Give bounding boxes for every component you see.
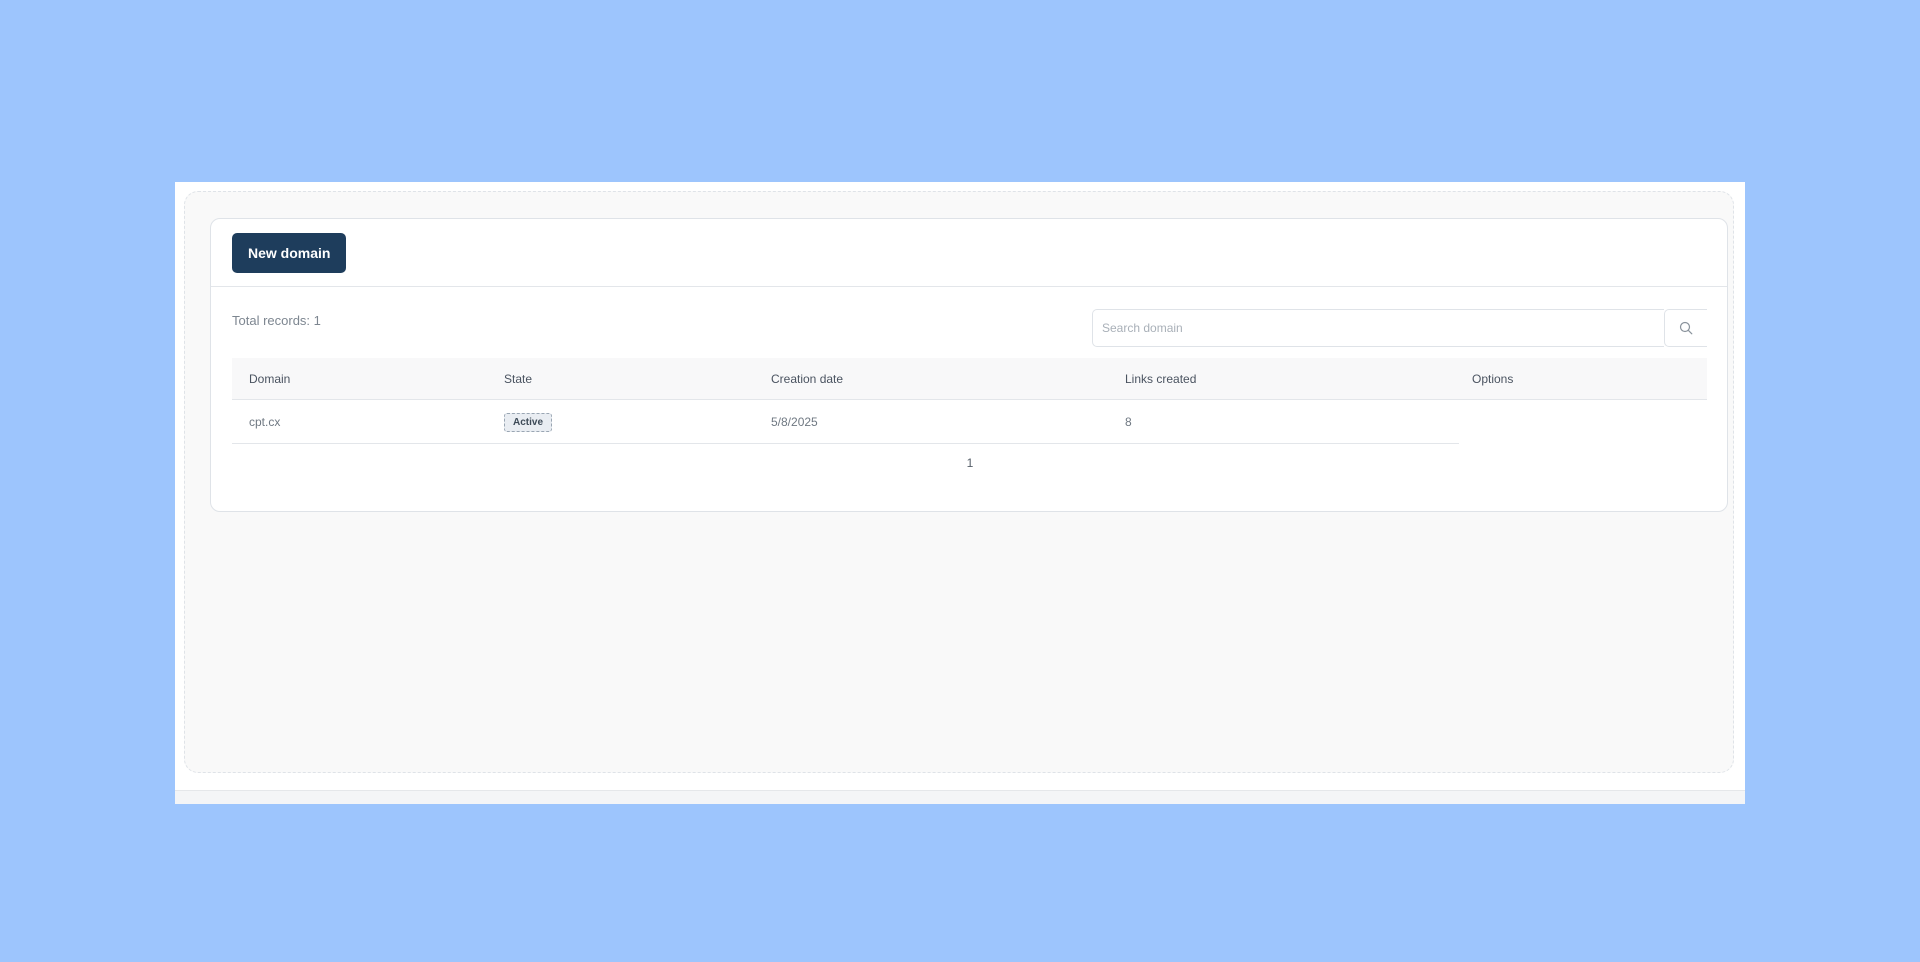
table-header: Domain State Creation date Links created… [232, 358, 1707, 400]
new-domain-button[interactable]: New domain [232, 233, 347, 273]
search-icon [1679, 321, 1693, 335]
cell-state: Active [504, 412, 553, 432]
app-window: New domain Total records: 1 Domain State… [175, 182, 1745, 804]
search-bar [1092, 309, 1707, 347]
header-creation-date[interactable]: Creation date [771, 372, 843, 386]
row-divider [232, 443, 1459, 444]
content-frame: New domain Total records: 1 Domain State… [184, 191, 1734, 773]
card-header: New domain [211, 219, 1727, 287]
domains-table: Domain State Creation date Links created… [232, 358, 1707, 444]
header-links-created[interactable]: Links created [1125, 372, 1196, 386]
total-records: Total records: 1 [232, 313, 321, 328]
header-domain[interactable]: Domain [249, 372, 290, 386]
window-bottom-edge [175, 790, 1745, 804]
table-row: cpt.cx Active 5/8/2025 8 [232, 400, 1707, 444]
header-state[interactable]: State [504, 372, 532, 386]
pagination: 1 [211, 456, 1729, 470]
status-badge: Active [504, 412, 553, 432]
search-input[interactable] [1092, 309, 1664, 347]
header-options: Options [1472, 371, 1514, 386]
cell-links-created: 8 [1125, 415, 1132, 429]
search-button[interactable] [1664, 309, 1707, 347]
cell-domain[interactable]: cpt.cx [249, 415, 280, 429]
page-number[interactable]: 1 [967, 456, 974, 470]
cell-creation-date: 5/8/2025 [771, 415, 818, 429]
domains-card: New domain Total records: 1 Domain State… [210, 218, 1728, 512]
